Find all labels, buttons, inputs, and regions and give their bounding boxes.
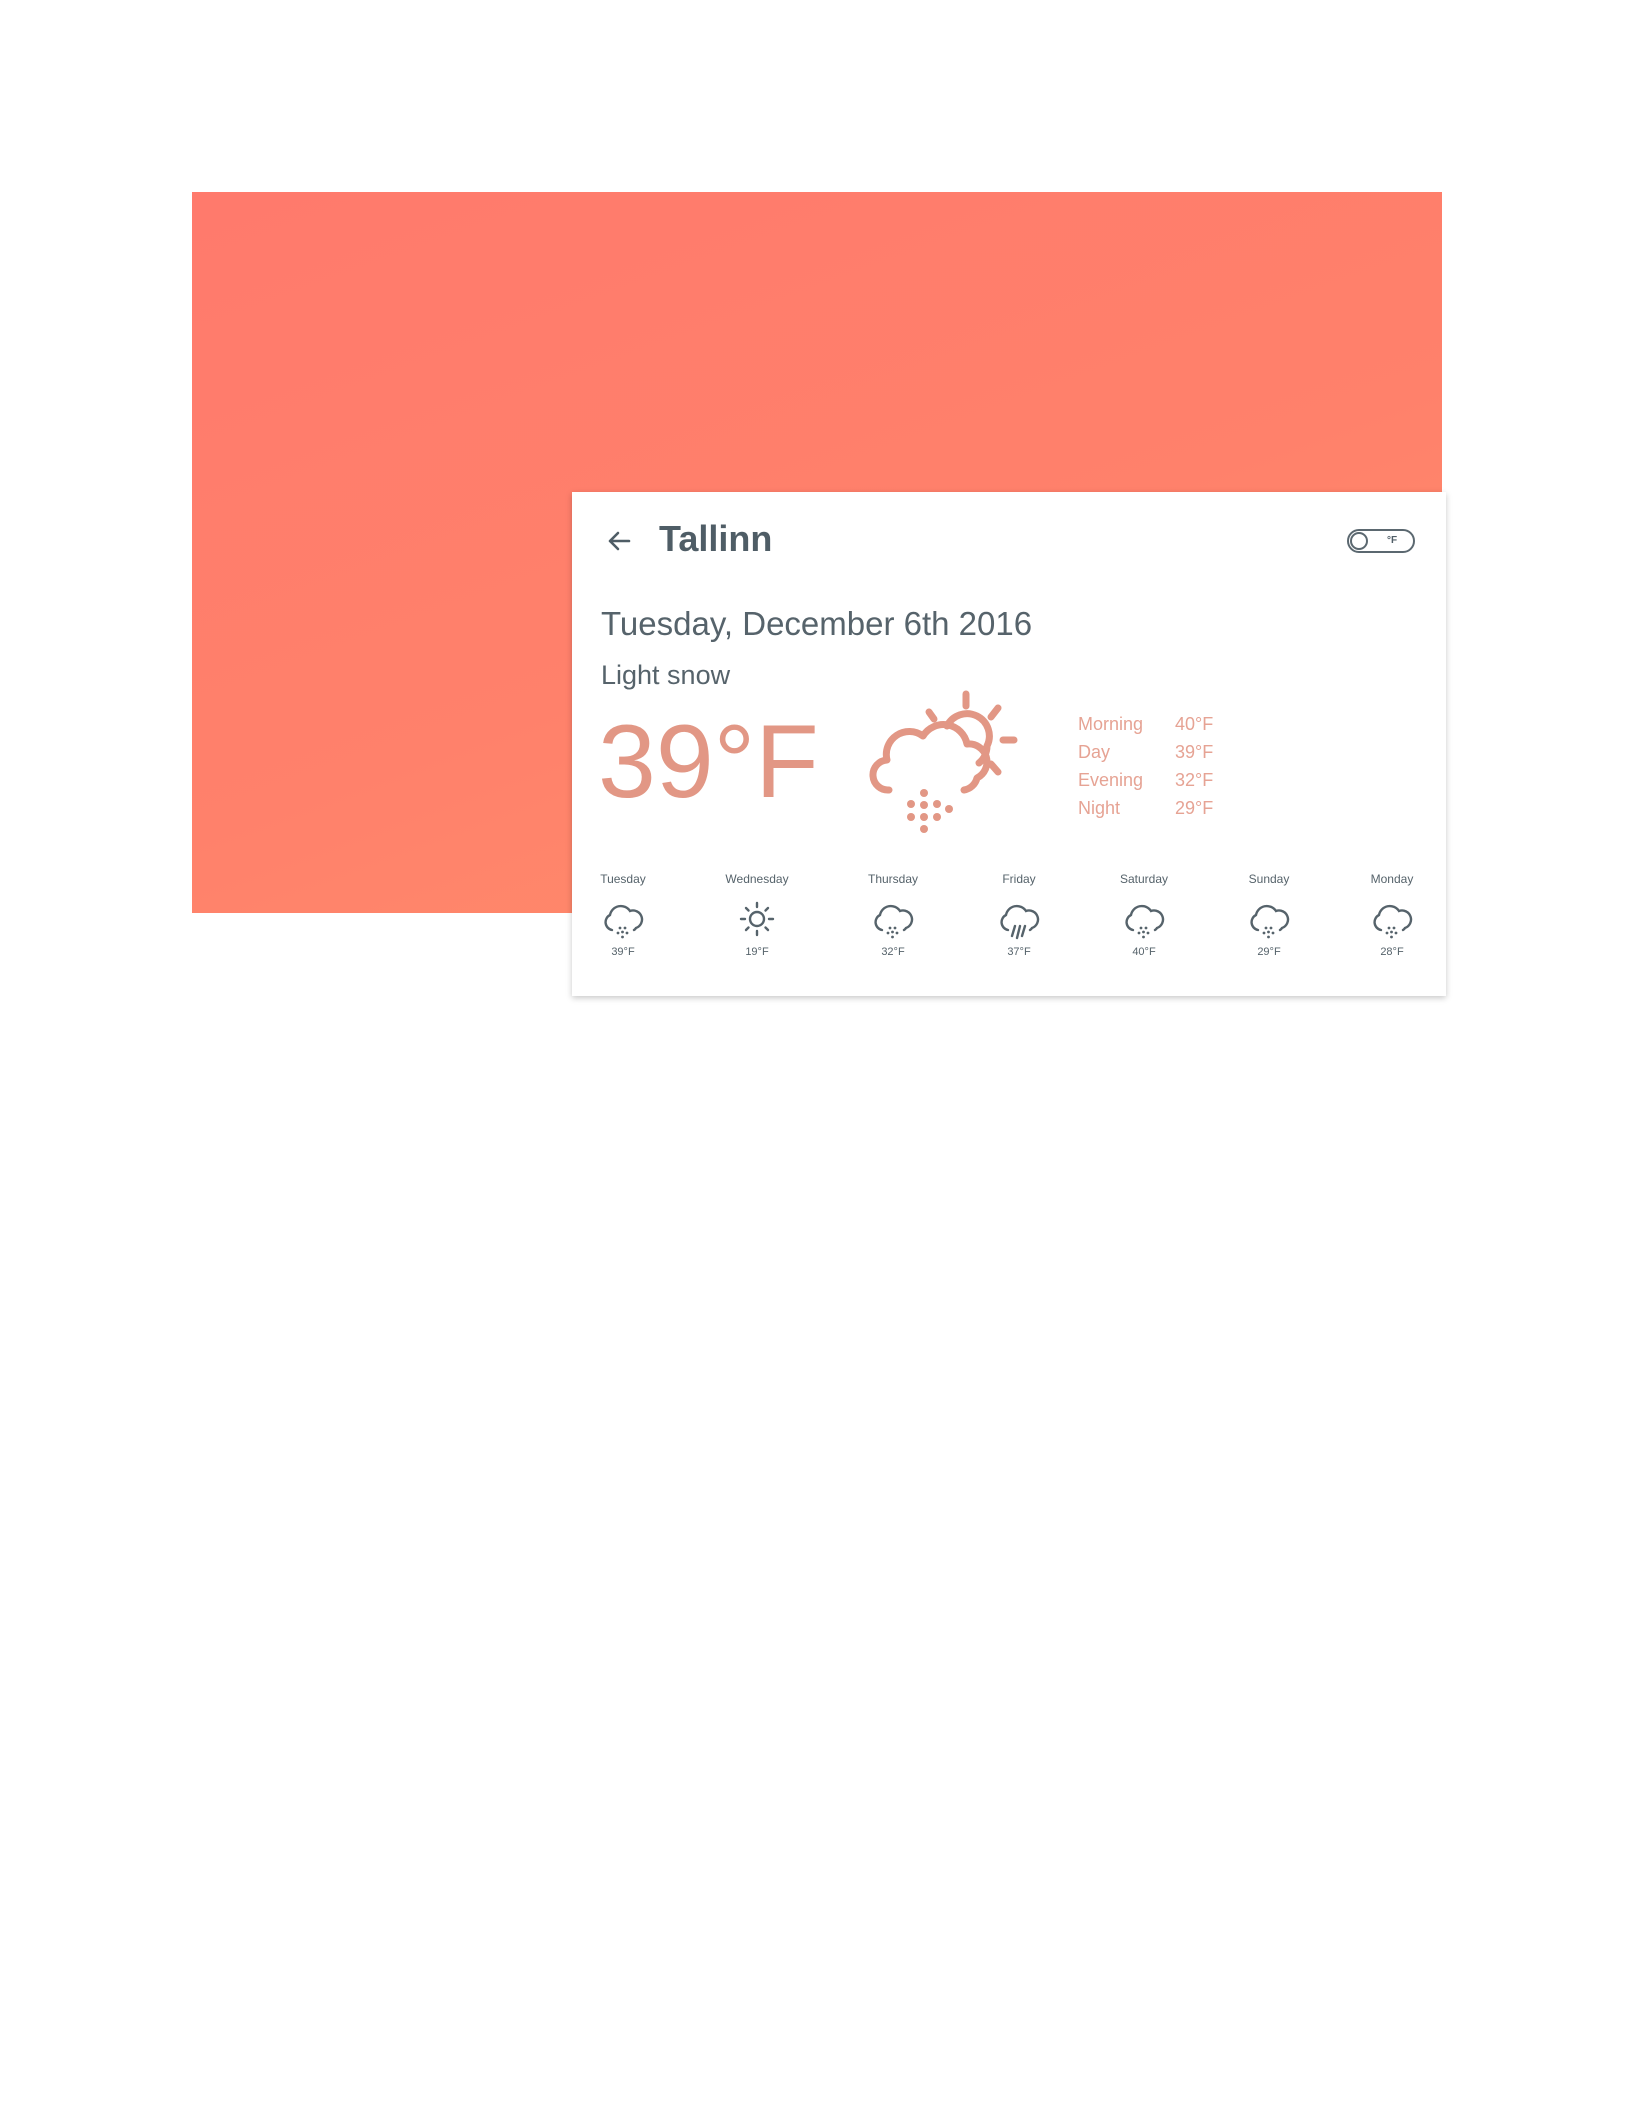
background-panel: Tallinn °F Tuesday, December 6th 2016 Li… [192, 192, 1446, 996]
forecast-day-temp: 32°F [881, 946, 905, 958]
city-title: Tallinn [659, 518, 773, 559]
day-periods: Morning 40°F Day 39°F Evening 32°F Night… [1078, 714, 1258, 826]
period-name: Evening [1078, 770, 1144, 790]
current-temperature: 39°F [598, 704, 819, 820]
forecast-day-tuesday[interactable]: Tuesday 39°F [563, 872, 683, 958]
forecast-day-sunday[interactable]: Sunday 29°F [1209, 872, 1329, 958]
forecast-day-name: Thursday [867, 872, 919, 886]
current-condition: Light snow [601, 660, 731, 690]
forecast-day-friday[interactable]: Friday 37°F [959, 872, 1079, 958]
cloud-snow-icon [874, 904, 914, 939]
forecast-day-thursday[interactable]: Thursday 32°F [833, 872, 953, 958]
period-name: Morning [1078, 714, 1144, 734]
period-temp: 29°F [1175, 798, 1214, 818]
forecast-day-temp: 29°F [1257, 946, 1281, 958]
period-temp: 39°F [1175, 742, 1214, 762]
toggle-unit-label: °F [1387, 535, 1398, 546]
period-name: Night [1078, 798, 1121, 818]
forecast-day-temp: 19°F [745, 946, 769, 958]
forecast-day-temp: 39°F [611, 946, 635, 958]
forecast-day-wednesday[interactable]: Wednesday 19°F [697, 872, 817, 958]
forecast-day-temp: 28°F [1380, 946, 1404, 958]
forecast-day-temp: 37°F [1007, 946, 1031, 958]
period-row: Morning 40°F [1078, 714, 1258, 742]
forecast-day-name: Saturday [1119, 872, 1169, 886]
period-row: Night 29°F [1078, 798, 1258, 826]
forecast-day-name: Tuesday [600, 872, 646, 886]
period-row: Day 39°F [1078, 742, 1258, 770]
cloud-snow-icon [1373, 904, 1413, 939]
period-row: Evening 32°F [1078, 770, 1258, 798]
sun-icon [739, 901, 775, 937]
cloud-rain-icon [1000, 904, 1040, 940]
arrow-left-icon [608, 531, 631, 551]
weather-card: Tallinn °F Tuesday, December 6th 2016 Li… [572, 492, 1446, 996]
cloud-snow-icon [1250, 904, 1290, 939]
cloud-snow-icon [1125, 904, 1165, 939]
unit-toggle[interactable]: °F [1347, 529, 1415, 553]
period-name: Day [1078, 742, 1111, 762]
toggle-knob [1350, 532, 1368, 550]
weekly-forecast: Tuesday 39°F Wednesday 19°F Thursday 32°… [572, 872, 1446, 972]
period-temp: 32°F [1175, 770, 1214, 790]
forecast-day-saturday[interactable]: Saturday 40°F [1084, 872, 1204, 958]
period-temp: 40°F [1175, 714, 1214, 734]
back-button[interactable] [602, 524, 636, 558]
current-date: Tuesday, December 6th 2016 [601, 605, 1033, 642]
forecast-day-name: Wednesday [725, 872, 789, 886]
forecast-day-temp: 40°F [1132, 946, 1156, 958]
forecast-day-monday[interactable]: Monday 28°F [1332, 872, 1452, 958]
forecast-day-name: Monday [1370, 872, 1414, 886]
partly-cloudy-snow-icon [869, 690, 1018, 833]
forecast-day-name: Friday [1002, 872, 1036, 886]
forecast-day-name: Sunday [1248, 872, 1290, 886]
cloud-snow-icon [604, 904, 644, 939]
